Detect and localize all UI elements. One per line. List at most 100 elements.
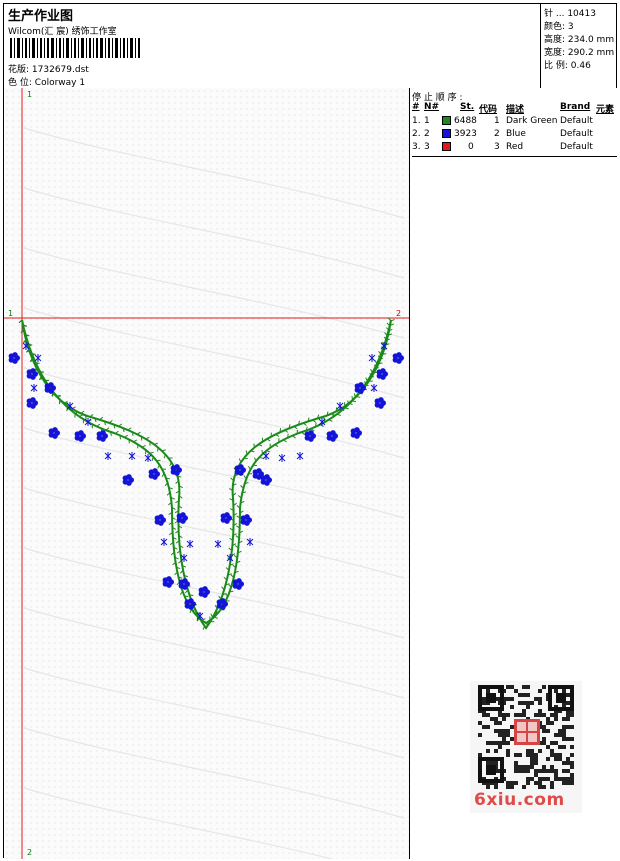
- row-brand: Default: [560, 116, 593, 126]
- leaf-stitch: [124, 434, 129, 438]
- leaf-stitch: [315, 422, 317, 427]
- design-canvas: 1 1 2 2: [4, 88, 410, 859]
- watermark-text: 6xiu.com: [474, 790, 565, 810]
- leaf-stitch: [202, 625, 206, 630]
- cross-stitch: [262, 452, 270, 460]
- header-stitches: St.: [460, 102, 475, 112]
- leaf-stitch: [336, 413, 341, 417]
- colorway-name: Colorway 1: [34, 78, 86, 88]
- table-row: 3. 3 0 3 Red Default: [412, 141, 617, 154]
- cross-stitch: [128, 452, 136, 460]
- design-file-name: 1732679.dst: [31, 65, 89, 75]
- cross-stitch: [160, 538, 168, 546]
- flower-motif: [354, 382, 367, 394]
- end-marker-bottom: 2: [27, 848, 33, 857]
- leaf-stitch: [210, 613, 214, 618]
- row-description: Blue: [506, 129, 526, 139]
- leaf-stitch: [248, 473, 253, 475]
- header-element: 元素: [596, 105, 615, 115]
- flower-motif: [232, 578, 244, 590]
- leaf-stitch: [127, 427, 132, 431]
- row-needle: 1: [424, 116, 430, 126]
- vine-strand: [21, 319, 392, 625]
- cross-stitch: [368, 354, 376, 362]
- leaf-stitch: [58, 399, 61, 404]
- design-stats: 针 ... 10413 颜色: 3 高度: 234.0 mm 宽度: 290.2…: [540, 4, 616, 88]
- cross-stitch: [246, 538, 254, 546]
- flower-motif: [96, 430, 108, 442]
- leaf-stitch: [238, 458, 242, 463]
- color-swatch: [442, 142, 451, 151]
- leaf-stitch: [163, 454, 166, 459]
- row-code: 2: [494, 129, 500, 139]
- start-marker-left: 1: [8, 309, 14, 318]
- flower-motif: [240, 514, 252, 526]
- barcode-image: [10, 38, 140, 58]
- leaf-stitch: [243, 475, 247, 480]
- stitch-count-value: 10413: [567, 9, 596, 19]
- table-row: 2. 2 3923 2 Blue Default: [412, 128, 617, 141]
- flower-motif: [304, 430, 317, 442]
- leaf-stitch: [149, 451, 154, 454]
- leaf-stitch: [133, 439, 138, 443]
- row-description: Dark Green: [506, 116, 558, 126]
- start-marker-top: 1: [27, 90, 33, 99]
- height-value: 234.0 mm: [567, 35, 615, 45]
- header-description: 描述: [506, 105, 525, 115]
- leaf-stitch: [378, 362, 383, 365]
- row-needle: 3: [424, 142, 430, 152]
- leaf-stitch: [131, 431, 134, 437]
- cross-stitch: [214, 540, 222, 548]
- page-title: 生产作业图: [8, 9, 74, 24]
- row-code: 1: [494, 116, 500, 126]
- row-brand: Default: [560, 129, 593, 139]
- leaf-stitch: [266, 450, 271, 453]
- height-row: 高度: 234.0 mm: [544, 32, 614, 45]
- leaf-stitch: [254, 457, 257, 462]
- flower-motif: [122, 474, 134, 486]
- width-value: 290.2 mm: [567, 48, 615, 58]
- row-index: 2.: [412, 129, 421, 139]
- flower-motif: [74, 430, 86, 442]
- leaf-stitch: [96, 423, 101, 427]
- row-stitches: 6488: [454, 116, 477, 126]
- cross-stitch: [370, 384, 378, 392]
- leaf-stitch: [184, 595, 189, 598]
- flower-motif: [162, 576, 174, 588]
- leaf-stitch: [153, 442, 159, 445]
- cross-stitch: [104, 452, 112, 460]
- flower-motif: [374, 397, 387, 409]
- cross-stitch: [296, 452, 304, 460]
- header-needle: N#: [424, 102, 440, 112]
- row-index: 1.: [412, 116, 421, 126]
- flower-motif: [26, 397, 38, 409]
- embroidery-design-preview: [4, 88, 409, 859]
- cross-stitch: [30, 384, 38, 392]
- width-label: 宽度:: [544, 48, 566, 58]
- scale-value: 0.46: [570, 61, 591, 71]
- studio-name: Wilcom(汇 宸) 绣饰工作室: [8, 27, 117, 37]
- leaf-stitch: [258, 444, 263, 447]
- leaf-stitch: [248, 465, 251, 470]
- row-needle: 2: [424, 129, 430, 139]
- color-count-value: 3: [567, 22, 574, 32]
- flower-motif: [148, 468, 160, 480]
- scale-row: 比 例: 0.46: [544, 58, 591, 71]
- leaf-stitch: [250, 450, 255, 453]
- flower-motif: [220, 512, 232, 524]
- row-code: 3: [494, 142, 500, 152]
- cross-stitch: [336, 402, 344, 410]
- flower-motif: [198, 586, 210, 598]
- leaf-stitch: [136, 431, 141, 435]
- leaf-stitch: [34, 362, 39, 365]
- leaf-stitch: [351, 395, 354, 401]
- leaf-stitch: [119, 435, 122, 440]
- row-stitches: 3923: [454, 129, 477, 139]
- row-description: Red: [506, 142, 524, 152]
- leaf-stitch: [370, 368, 373, 373]
- color-count-row: 颜色: 3: [544, 19, 574, 32]
- row-stitches: 0: [468, 142, 474, 152]
- leaf-stitch: [279, 428, 282, 433]
- header-code: 代码: [479, 105, 498, 115]
- leaf-stitch: [287, 433, 289, 438]
